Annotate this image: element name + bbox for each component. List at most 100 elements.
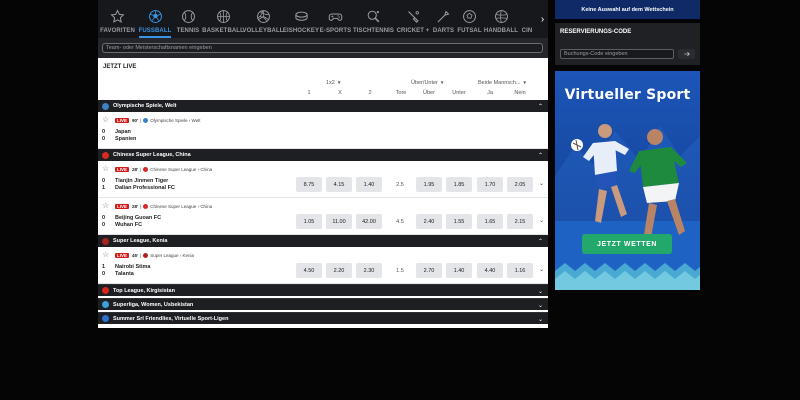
home-team: 0 Beijing Guoan FC (102, 214, 161, 221)
odd-button-under[interactable]: 1.55 (446, 214, 472, 229)
tab-esports[interactable]: E-SPORTS (319, 0, 352, 38)
booking-code-input[interactable] (564, 51, 673, 57)
chevron-down-icon[interactable]: ⌄ (539, 180, 544, 187)
bet-now-button[interactable]: JETZT WETTEN (582, 234, 672, 254)
odd-button-over[interactable]: 1.95 (416, 177, 442, 192)
tab-darts[interactable]: DARTS (431, 0, 456, 38)
league-header[interactable]: Super League, Kenia ⌃ (98, 235, 548, 247)
favorite-star-icon[interactable]: ☆ (102, 115, 109, 124)
tab-label: CRICKET + (396, 28, 430, 34)
flag-icon (102, 151, 109, 159)
chevron-down-icon[interactable]: ⌄ (538, 299, 543, 311)
odd-button-2[interactable]: 42.00 (356, 214, 382, 229)
odd-button-ja[interactable]: 4.40 (477, 263, 503, 278)
meta-separator: | (140, 167, 142, 172)
ice-hockey-puck-icon (294, 9, 309, 24)
odd-button-2[interactable]: 2.30 (356, 263, 382, 278)
match-row[interactable]: ☆ LIVE 45' | Super League › Kenia 1 Nairo… (98, 247, 548, 284)
tab-tischtennis[interactable]: TISCHTENNIS (352, 0, 395, 38)
booking-submit-button[interactable] (678, 49, 695, 59)
tab-favoriten[interactable]: FAVORITEN (98, 0, 137, 38)
live-badge: LIVE (115, 167, 130, 172)
meta-separator: | (140, 253, 142, 258)
odd-button-x[interactable]: 11.00 (326, 214, 352, 229)
market-group-1x2[interactable]: 1x2 ▼ (326, 80, 341, 86)
odd-button-under[interactable]: 1.85 (446, 177, 472, 192)
search-input[interactable] (106, 45, 542, 51)
odd-button-nein[interactable]: 2.05 (507, 177, 533, 192)
match-minute: 28' (132, 167, 139, 172)
tab-volleyball[interactable]: VOLLEYBALL (243, 0, 283, 38)
chevron-right-icon[interactable]: › (537, 0, 548, 38)
odd-button-nein[interactable]: 2.15 (507, 214, 533, 229)
tab-tennis[interactable]: TENNIS (173, 0, 203, 38)
teams: 0 Tianjin Jinmen Tiger 1 Dalian Profession… (102, 177, 175, 191)
chevron-down-icon[interactable]: ⌄ (539, 217, 544, 224)
goal-line: 1.5 (396, 267, 404, 274)
tab-handball[interactable]: HANDBALL (483, 0, 519, 38)
tab-fussball[interactable]: FUSSBALL (137, 0, 173, 38)
handball-icon (494, 9, 509, 24)
odd-button-1[interactable]: 1.05 (296, 214, 322, 229)
odd-button-under[interactable]: 1.40 (446, 263, 472, 278)
odd-button-1[interactable]: 8.75 (296, 177, 322, 192)
odd-button-x[interactable]: 2.20 (326, 263, 352, 278)
main-column: FAVORITEN FUSSBALL TENNIS BASKETBALL VOL… (98, 0, 548, 328)
tab-label: TENNIS (176, 28, 200, 34)
tab-partial[interactable]: CIN (519, 0, 535, 38)
away-name: Talanta (115, 270, 134, 277)
market-group-btts[interactable]: Beide Mannsch... ▼ (478, 80, 527, 86)
odd-button-1[interactable]: 4.50 (296, 263, 322, 278)
chevron-up-icon[interactable]: ⌃ (538, 149, 543, 161)
match-meta: LIVE 45' | Super League › Kenia (115, 253, 194, 258)
booking-code-field[interactable] (560, 49, 674, 59)
live-events-panel: JETZT LIVE 1x2 ▼ Über/Unter ▼ Beide Mannsc… (98, 58, 548, 328)
chevron-up-icon[interactable]: ⌃ (538, 100, 543, 112)
chevron-down-icon[interactable]: ⌄ (538, 313, 543, 325)
odd-button-ja[interactable]: 1.65 (477, 214, 503, 229)
search-field[interactable] (102, 43, 543, 53)
market-group-over-under[interactable]: Über/Unter ▼ (411, 80, 444, 86)
league-header[interactable]: Superliga, Women, Usbekistan ⌄ (98, 298, 548, 310)
tab-label: VOLLEYBALL (242, 28, 284, 34)
odd-button-ja[interactable]: 1.70 (477, 177, 503, 192)
market-group-label: Beide Mannsch... (478, 80, 521, 86)
tab-eishockey[interactable]: EISHOCKEY (283, 0, 319, 38)
tab-basketball[interactable]: BASKETBALL (202, 0, 244, 38)
competition-name: Olympische Spiele (150, 118, 188, 123)
match-row[interactable]: ☆ LIVE 28' | Chinese Super League › Chin… (98, 198, 548, 235)
away-score: 0 (102, 221, 106, 228)
odd-button-2[interactable]: 1.40 (356, 177, 382, 192)
caret-down-icon: ▼ (439, 80, 445, 85)
odd-button-nein[interactable]: 1.16 (507, 263, 533, 278)
tab-label: DARTS (432, 28, 455, 34)
home-name: Beijing Guoan FC (115, 214, 162, 221)
odd-button-over[interactable]: 2.70 (416, 263, 442, 278)
league-name: Chinese Super League, China (113, 152, 191, 158)
odd-button-over[interactable]: 2.40 (416, 214, 442, 229)
favorite-star-icon[interactable]: ☆ (102, 201, 109, 210)
favorite-star-icon[interactable]: ☆ (102, 250, 109, 259)
tab-cricket[interactable]: CRICKET + (395, 0, 431, 38)
league-header[interactable]: Chinese Super League, China ⌃ (98, 149, 548, 161)
chevron-down-icon[interactable]: ⌄ (538, 285, 543, 297)
away-name: Wuhan FC (115, 221, 143, 228)
match-minute: 28' (132, 204, 139, 209)
odd-button-x[interactable]: 4.15 (326, 177, 352, 192)
tab-futsal[interactable]: FUTSAL (456, 0, 483, 38)
basketball-icon (216, 9, 231, 24)
match-row[interactable]: ☆ LIVE 90' | Olympische Spiele › Welt 0 J… (98, 112, 548, 149)
match-meta: LIVE 28' | Chinese Super League › China (115, 204, 212, 209)
live-badge: LIVE (115, 253, 130, 258)
match-row[interactable]: ☆ LIVE 28' | Chinese Super League › Chin… (98, 161, 548, 198)
league-header[interactable]: Summer Srl Friendlies, Virtuelle Sport-L… (98, 312, 548, 324)
tab-label: FUTSAL (457, 28, 482, 34)
virtual-sport-banner[interactable]: Virtueller Sport JETZT WETTEN (555, 71, 700, 290)
league-header[interactable]: Olympische Spiele, Welt ⌃ (98, 100, 548, 112)
col-header-nein: Nein (514, 90, 526, 96)
chevron-down-icon[interactable]: ⌄ (539, 266, 544, 273)
chevron-up-icon[interactable]: ⌃ (538, 235, 543, 247)
col-header-2: 2 (368, 90, 372, 96)
favorite-star-icon[interactable]: ☆ (102, 164, 109, 173)
league-header[interactable]: Top League, Kirgisistan ⌄ (98, 284, 548, 296)
